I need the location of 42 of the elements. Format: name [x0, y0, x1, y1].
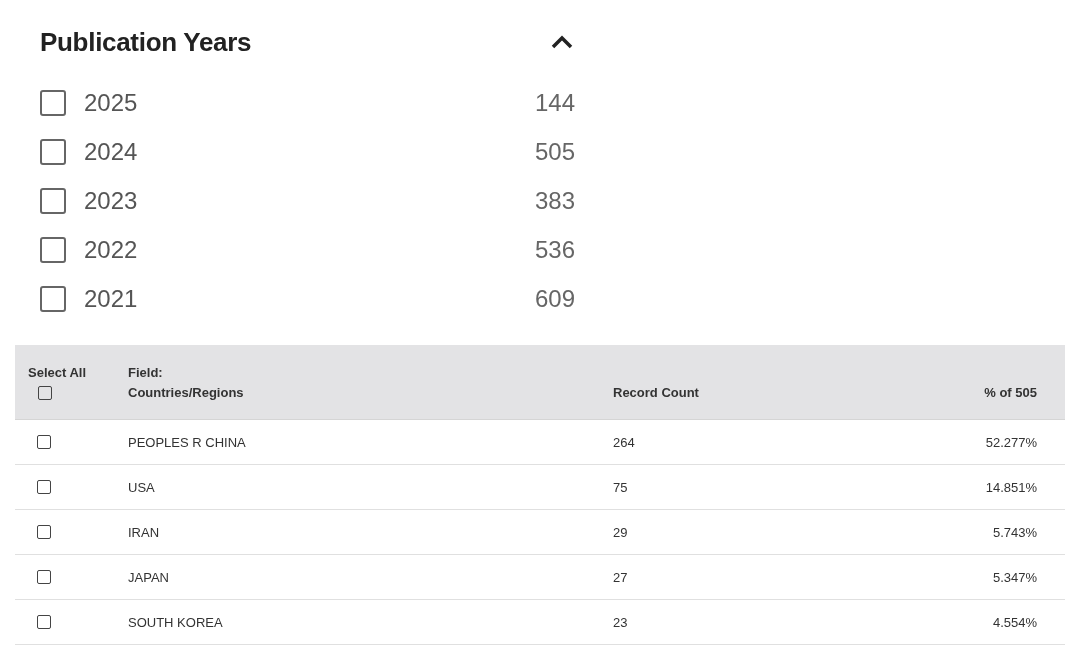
- year-count: 536: [534, 235, 575, 264]
- table-cell-text: JAPAN: [128, 569, 170, 585]
- checkbox[interactable]: [40, 187, 66, 214]
- table-cell-text: 264: [613, 434, 636, 450]
- section-title: Publication Years: [40, 26, 252, 58]
- checkbox[interactable]: [40, 236, 66, 263]
- table-cell-text: 29: [613, 524, 629, 540]
- year-count: 144: [534, 88, 575, 117]
- column-header: % of 505: [984, 384, 1037, 402]
- row-checkbox[interactable]: [37, 525, 51, 539]
- year-label: 2025: [84, 88, 139, 117]
- row-checkbox[interactable]: [37, 570, 51, 584]
- table-cell-text: 75: [613, 479, 629, 495]
- year-label: 2022: [84, 235, 139, 264]
- table-cell-text: 23: [613, 614, 629, 630]
- year-count: 505: [534, 137, 575, 166]
- table-cell: 5.347%: [992, 569, 1037, 585]
- year-count: 383: [534, 186, 575, 215]
- row-checkbox[interactable]: [37, 435, 51, 449]
- table-cell-text: IRAN: [128, 524, 161, 540]
- table-cell-text: SOUTH KOREA: [128, 614, 224, 630]
- checkbox[interactable]: [40, 285, 66, 312]
- select-all-checkbox[interactable]: [38, 386, 52, 400]
- row-checkbox[interactable]: [37, 480, 51, 494]
- table-cell-text: 27: [613, 569, 629, 585]
- row-checkbox[interactable]: [37, 615, 51, 629]
- year-label: 2021: [84, 284, 139, 313]
- table-cell: 52.277%: [985, 434, 1037, 450]
- checkbox[interactable]: [40, 138, 66, 165]
- year-label: 2023: [84, 186, 139, 215]
- column-header: Record Count: [613, 384, 700, 402]
- year-count: 609: [534, 284, 575, 313]
- table-cell: 4.554%: [992, 614, 1037, 630]
- table-cell-text: USA: [128, 479, 156, 495]
- table-cell-text: PEOPLES R CHINA: [128, 434, 247, 450]
- table-cell: 5.743%: [992, 524, 1037, 540]
- year-label: 2024: [84, 137, 139, 166]
- table-cell: 14.851%: [985, 479, 1037, 495]
- checkbox[interactable]: [40, 89, 66, 116]
- chevron-icon[interactable]: [549, 33, 575, 51]
- column-header: Field: Countries/Regions: [128, 364, 245, 402]
- select-all-label: Select All: [28, 364, 87, 382]
